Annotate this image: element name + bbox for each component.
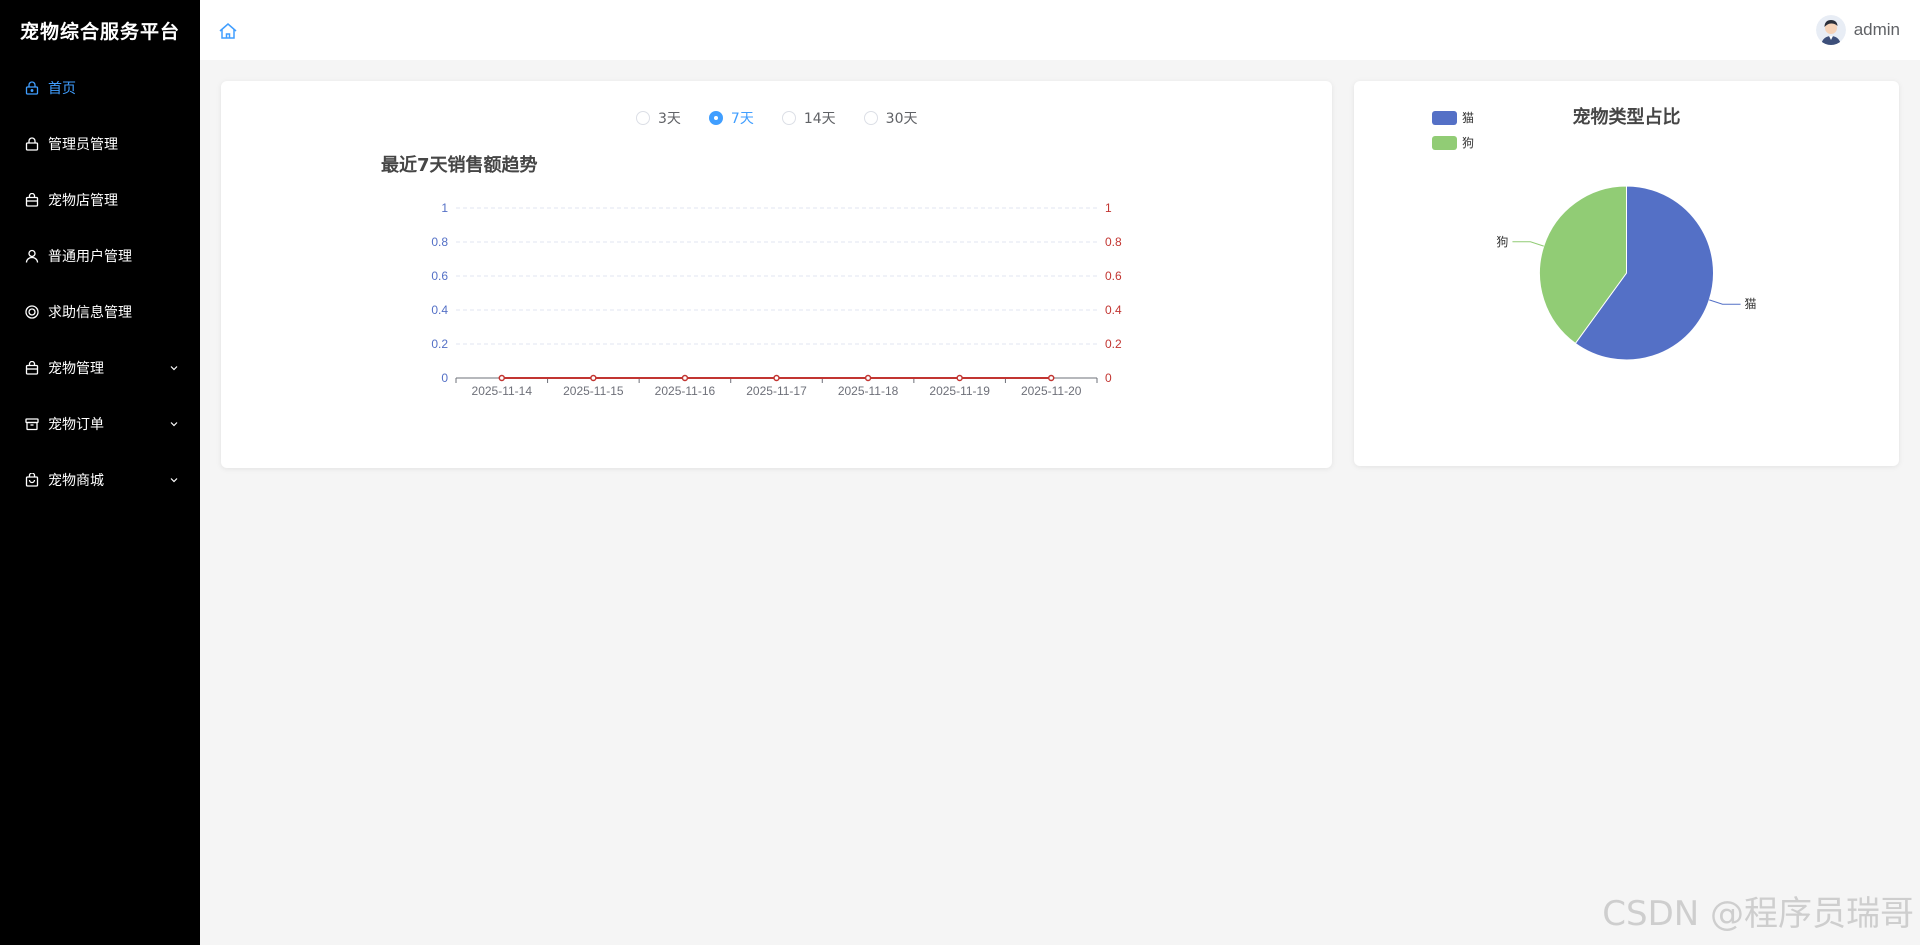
y-tick-label: 0.4	[431, 303, 448, 317]
y2-tick-label: 0.6	[1105, 269, 1122, 283]
home-lock-icon	[24, 80, 40, 96]
sidebar-item-label: 宠物管理	[48, 361, 104, 377]
user-icon	[24, 248, 40, 264]
sidebar: 宠物综合服务平台 首页 管理员管理 宠物店管理 普通用户管理 求助信息管理 宠物…	[0, 0, 200, 945]
sidebar-item-label: 管理员管理	[48, 137, 118, 153]
sidebar-item-label: 宠物订单	[48, 417, 104, 433]
chevron-down-icon	[170, 366, 178, 371]
sidebar-item-home[interactable]: 首页	[0, 60, 200, 116]
chevron-down-icon	[170, 478, 178, 483]
sidebar-item-petshop[interactable]: 宠物店管理	[0, 172, 200, 228]
x-tick-label: 2025-11-19	[929, 384, 990, 398]
pie-chart: 猫狗	[1496, 185, 1757, 361]
data-point	[1047, 374, 1055, 382]
avatar[interactable]	[1815, 15, 1846, 45]
sidebar-item-label: 首页	[48, 81, 76, 97]
shop-icon	[24, 472, 40, 488]
sidebar-item-admin[interactable]: 管理员管理	[0, 116, 200, 172]
sidebar-item-help[interactable]: 求助信息管理	[0, 284, 200, 340]
y2-tick-label: 1	[1105, 201, 1112, 215]
data-point	[864, 374, 872, 382]
brand-title: 宠物综合服务平台	[19, 20, 180, 43]
data-point	[773, 374, 780, 382]
data-point	[498, 374, 506, 382]
sidebar-item-orders[interactable]: 宠物订单	[0, 396, 200, 452]
y2-tick-label: 0.8	[1105, 235, 1122, 249]
y2-tick-label: 0	[1105, 371, 1112, 385]
sales-trend-card: 3天 7天 14天 30天 最近7天销售额趋势 0 0 0.2 0.2 0.4 0.4 0.…	[221, 81, 1332, 468]
pie-slice-label: 狗	[1496, 235, 1508, 249]
y-tick-label: 0.8	[431, 235, 448, 249]
sidebar-item-label: 宠物商城	[48, 473, 104, 489]
sidebar-item-label: 宠物店管理	[48, 193, 118, 209]
y2-tick-label: 0.4	[1105, 303, 1122, 317]
sidebar-item-mall[interactable]: 宠物商城	[0, 452, 200, 508]
y-tick-label: 1	[441, 201, 448, 215]
y-tick-label: 0	[441, 371, 448, 385]
lock-icon	[24, 136, 40, 152]
top-header: admin	[200, 0, 1920, 60]
x-tick-label: 2025-11-17	[746, 384, 807, 398]
line-chart: 0 0 0.2 0.2 0.4 0.4 0.6 0.6 0.8 0.8 1 1 2025-11-14 20…	[431, 201, 1122, 398]
x-tick-label: 2025-11-20	[1021, 384, 1082, 398]
watermark: CSDN @程序员瑞哥	[1602, 894, 1914, 934]
y2-tick-label: 0.2	[1105, 337, 1122, 351]
pie-label-line	[1709, 299, 1741, 305]
pie-slice-label: 猫	[1745, 297, 1757, 311]
box-icon	[24, 416, 40, 432]
home-icon[interactable]	[218, 22, 238, 40]
data-point	[681, 374, 689, 382]
username: admin	[1853, 20, 1900, 39]
pie-label-line	[1512, 241, 1544, 247]
x-tick-label: 2025-11-18	[838, 384, 899, 398]
data-point	[590, 374, 597, 382]
user-menu[interactable]: admin	[1815, 14, 1900, 46]
sidebar-item-users[interactable]: 普通用户管理	[0, 228, 200, 284]
sidebar-item-label: 普通用户管理	[48, 249, 132, 265]
x-tick-label: 2025-11-14	[472, 384, 533, 398]
sidebar-item-pets[interactable]: 宠物管理	[0, 340, 200, 396]
bag-icon	[24, 192, 40, 208]
y-tick-label: 0.2	[431, 337, 448, 351]
sidebar-item-label: 求助信息管理	[48, 305, 132, 321]
pet-type-card: 猫 狗 宠物类型占比 猫狗	[1354, 81, 1899, 466]
help-icon	[24, 304, 40, 320]
x-tick-label: 2025-11-16	[655, 384, 716, 398]
data-point	[956, 374, 963, 382]
x-tick-label: 2025-11-15	[563, 384, 624, 398]
bag-icon	[24, 360, 40, 376]
chevron-down-icon	[170, 422, 178, 427]
y-tick-label: 0.6	[431, 269, 448, 283]
